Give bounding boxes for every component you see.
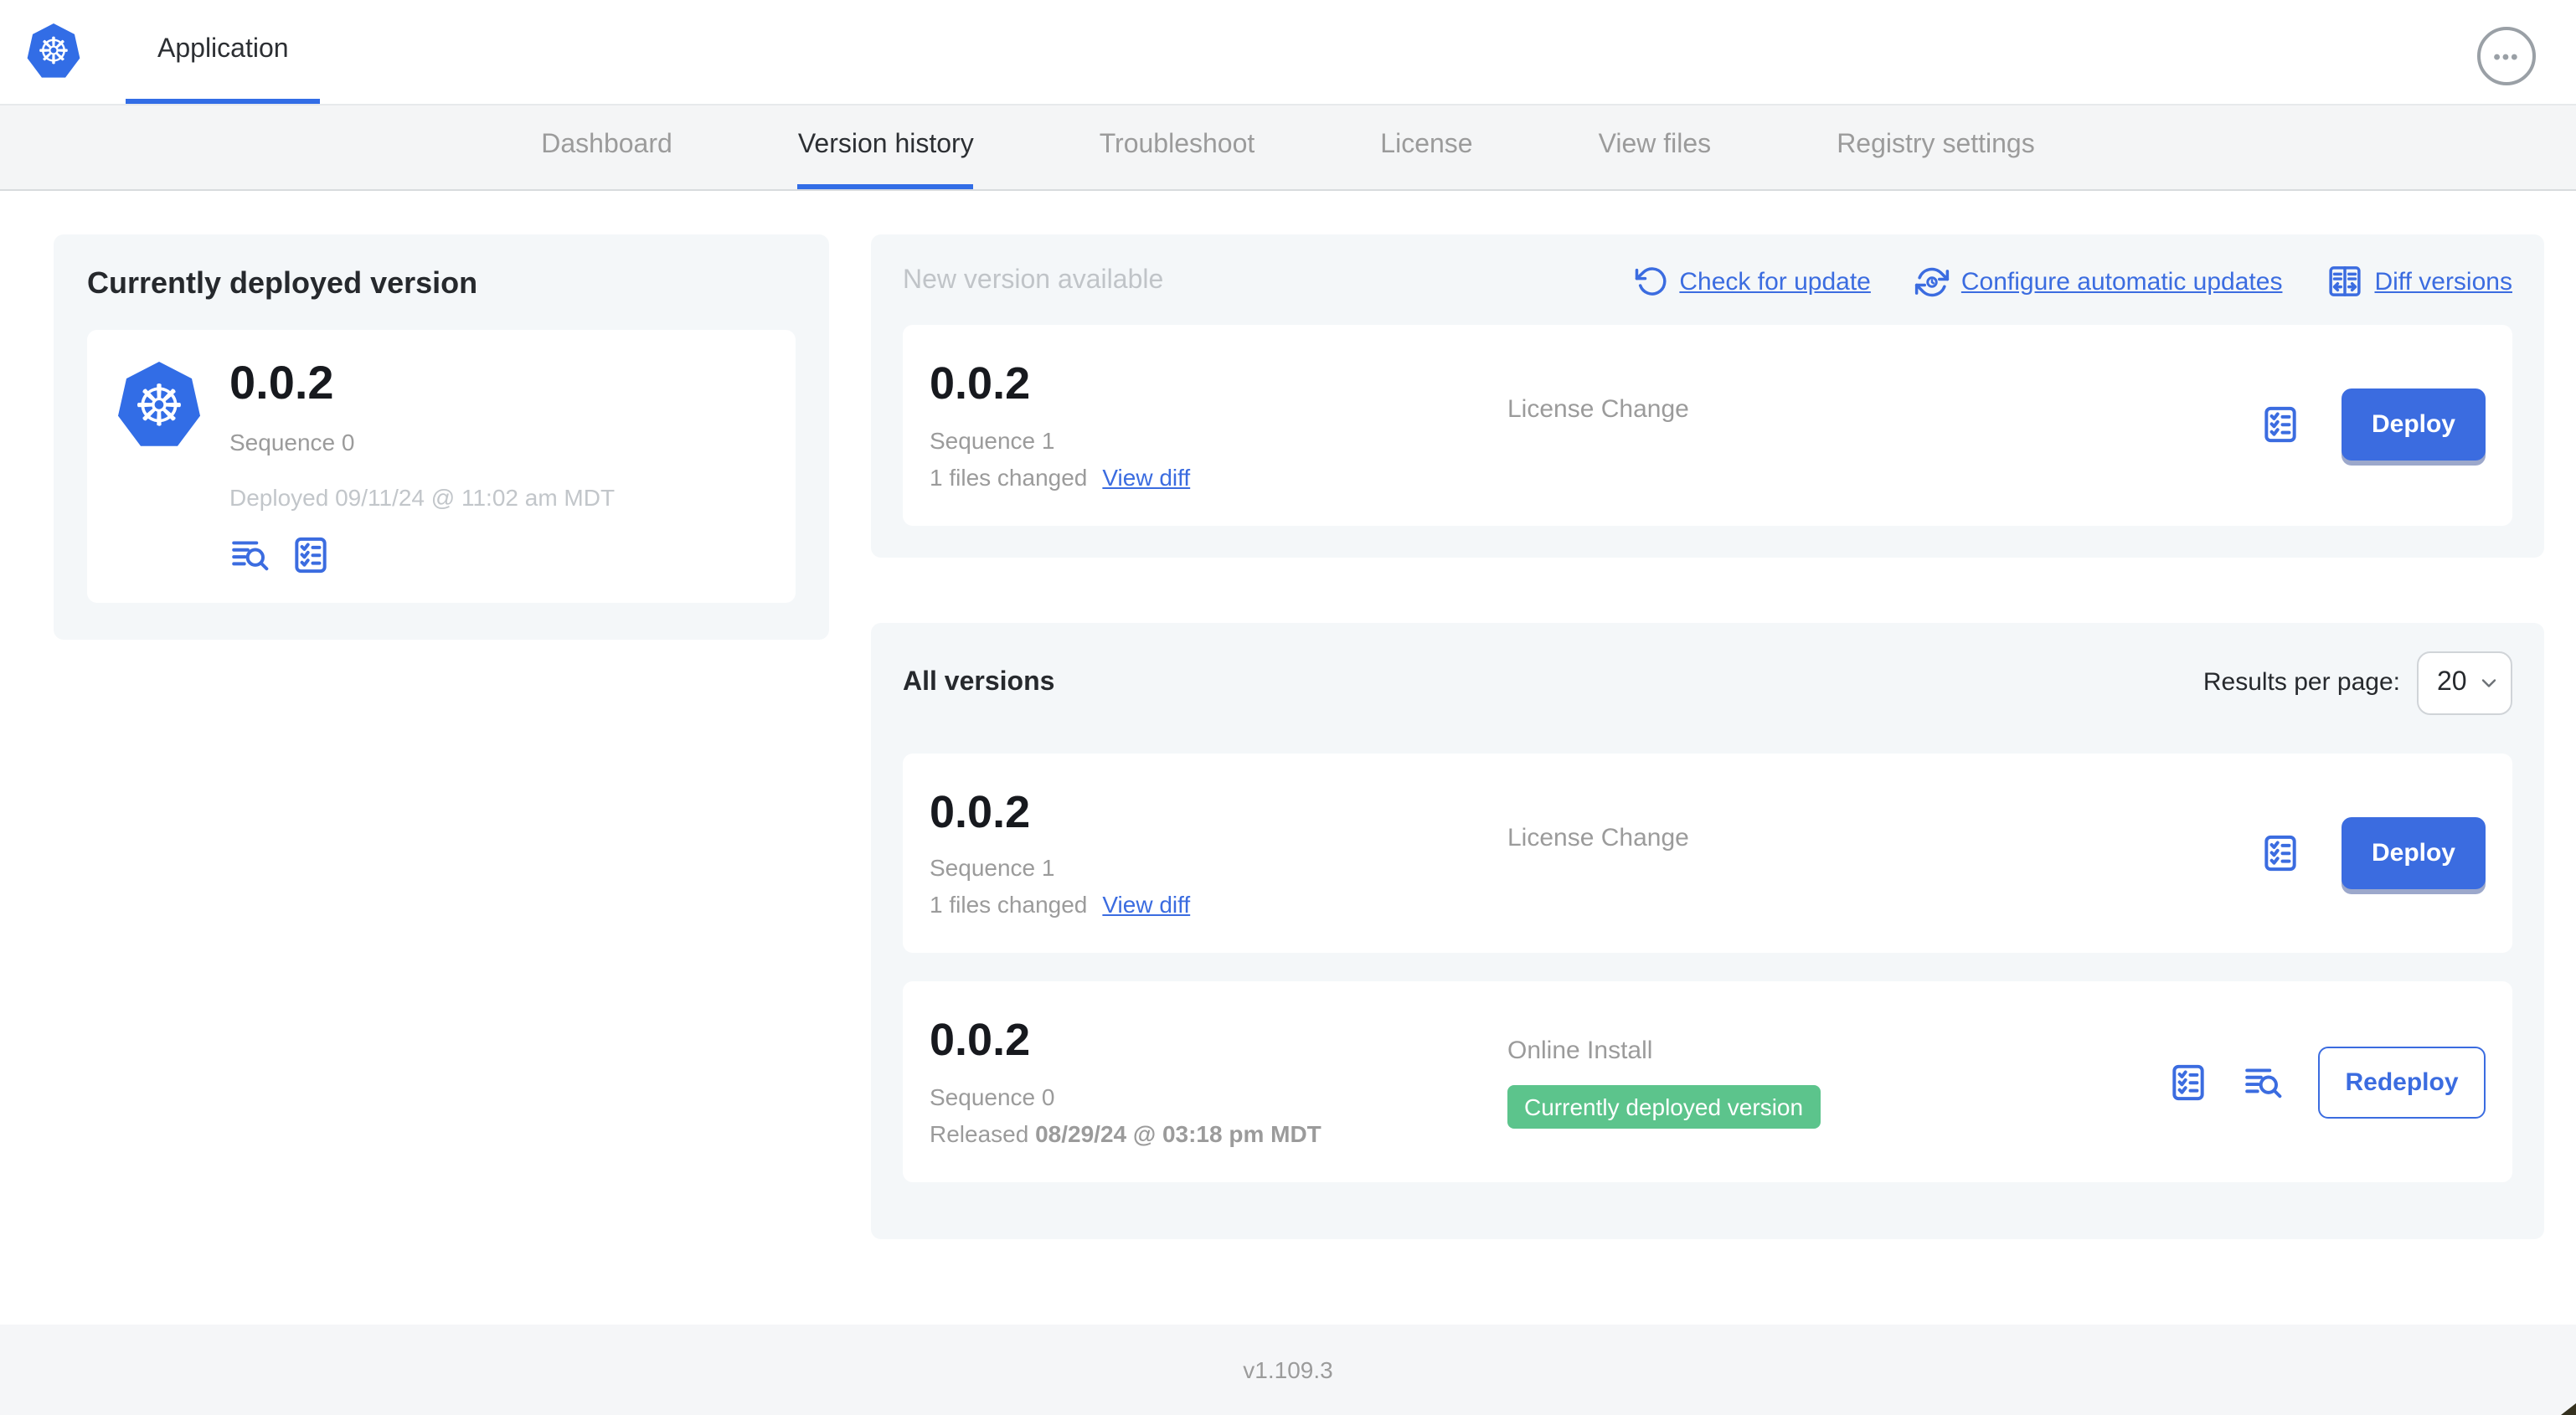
deployed-sequence: Sequence 0 [229, 428, 355, 455]
version-number: 0.0.2 [930, 1015, 1031, 1066]
deployed-version-number: 0.0.2 [229, 357, 334, 409]
diff-versions-link[interactable]: Diff versions [2326, 263, 2512, 300]
overflow-menu-button[interactable]: ••• [2477, 27, 2536, 85]
auto-update-clock-icon [1914, 266, 1949, 296]
redeploy-button[interactable]: Redeploy [2318, 1046, 2486, 1119]
kubernetes-logo-icon: ☸ [27, 23, 80, 78]
version-sequence: Sequence 0 [930, 1083, 1055, 1111]
checklist-icon[interactable] [2259, 832, 2301, 874]
configure-automatic-updates-link[interactable]: Configure automatic updates [1914, 264, 2282, 299]
deployed-version-card: ☸ 0.0.2 Sequence 0 Deployed 09/11/24 @ 1… [87, 330, 796, 603]
tab-troubleshoot[interactable]: Troubleshoot [1100, 105, 1255, 189]
logs-magnifier-icon[interactable] [229, 534, 271, 576]
new-version-card: 0.0.2 Sequence 1 1 files changed View di… [903, 325, 2512, 526]
results-per-page-label: Results per page: [2202, 668, 2400, 697]
files-changed: 1 files changed [930, 463, 1088, 491]
footer: v1.109.3 [0, 1325, 2576, 1415]
checklist-icon[interactable] [290, 534, 332, 576]
all-versions-section: All versions Results per page: 20 0.0.2 … [871, 622, 2544, 1240]
app-logo: ☸ [27, 23, 80, 80]
version-source: License Change [1507, 395, 1689, 424]
tab-license[interactable]: License [1380, 105, 1472, 189]
check-for-update-link[interactable]: Check for update [1634, 265, 1871, 298]
view-diff-link[interactable]: View diff [1102, 892, 1190, 918]
currently-deployed-panel: Currently deployed version ☸ 0.0.2 Seque… [54, 234, 829, 640]
version-source: License Change [1507, 824, 1689, 853]
results-per-page-select[interactable]: 20 [2417, 651, 2512, 715]
kots-admin-console: ☸ Application ••• Dashboard Version hist… [0, 0, 2576, 1415]
version-sequence: Sequence 1 [930, 854, 1055, 882]
version-sequence: Sequence 1 [930, 426, 1055, 454]
rotate-ccw-icon [1635, 267, 1666, 296]
version-row-sequence-1: 0.0.2 Sequence 1 1 files changed View di… [903, 753, 2512, 954]
kubernetes-logo-icon: ☸ [118, 362, 200, 446]
top-header: ☸ Application ••• [0, 0, 2576, 105]
console-version: v1.109.3 [1243, 1356, 1333, 1383]
diff-columns-icon [2328, 266, 2361, 296]
deploy-button[interactable]: Deploy [2342, 388, 2486, 461]
deploy-button[interactable]: Deploy [2342, 817, 2486, 890]
page-nav: Dashboard Version history Troubleshoot L… [0, 105, 2576, 191]
files-changed: 1 files changed [930, 891, 1088, 918]
deployed-panel-title: Currently deployed version [87, 266, 478, 300]
version-row-sequence-0: 0.0.2 Sequence 0 Released 08/29/24 @ 03:… [903, 981, 2512, 1183]
tab-version-history[interactable]: Version history [797, 105, 974, 189]
main-content: Currently deployed version ☸ 0.0.2 Seque… [0, 191, 2576, 1289]
versions-column: New version available Check for update C… [871, 234, 2544, 1240]
deployed-timestamp: Deployed 09/11/24 @ 11:02 am MDT [229, 483, 616, 511]
version-source: Online Install [1507, 1036, 1653, 1065]
tab-registry-settings[interactable]: Registry settings [1837, 105, 2035, 189]
app-tab-application[interactable]: Application [126, 0, 321, 104]
deployed-version-info: 0.0.2 Sequence 0 Deployed 09/11/24 @ 11:… [229, 357, 616, 576]
view-diff-link[interactable]: View diff [1102, 463, 1190, 490]
checklist-icon[interactable] [2259, 404, 2301, 446]
version-number: 0.0.2 [930, 786, 1031, 837]
version-number: 0.0.2 [930, 358, 1031, 409]
logs-magnifier-icon[interactable] [2243, 1061, 2285, 1103]
released-timestamp: Released 08/29/24 @ 03:18 pm MDT [930, 1120, 1321, 1148]
new-version-section: New version available Check for update C… [871, 234, 2544, 558]
tab-dashboard[interactable]: Dashboard [541, 105, 672, 189]
new-version-title: New version available [903, 266, 1164, 295]
tab-view-files[interactable]: View files [1599, 105, 1712, 189]
checklist-icon[interactable] [2167, 1061, 2209, 1103]
all-versions-title: All versions [903, 667, 1055, 697]
currently-deployed-badge: Currently deployed version [1507, 1084, 1821, 1129]
